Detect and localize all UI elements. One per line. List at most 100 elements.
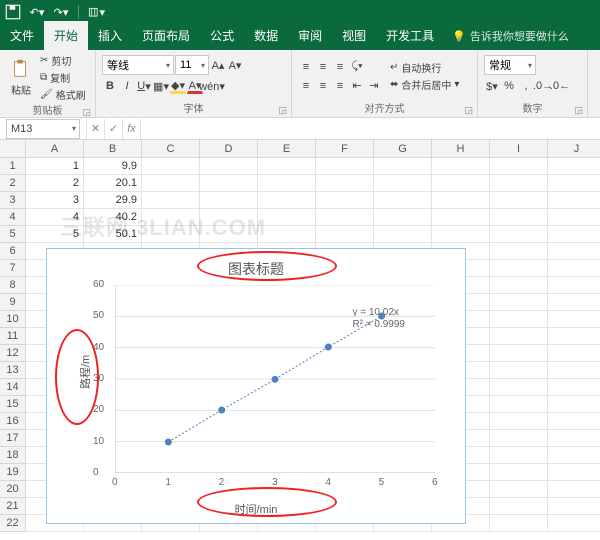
cell[interactable] [316, 192, 374, 209]
cell[interactable] [548, 464, 600, 481]
row-header[interactable]: 18 [0, 447, 26, 464]
cell[interactable] [432, 192, 490, 209]
column-header[interactable]: H [432, 140, 490, 158]
accounting-format-icon[interactable]: $▾ [484, 78, 500, 94]
align-top-icon[interactable]: ≡ [298, 59, 314, 75]
wrap-text-button[interactable]: ↵自动换行 [390, 60, 459, 76]
tab-home[interactable]: 开始 [44, 21, 88, 50]
cell[interactable] [548, 515, 600, 532]
cell[interactable] [548, 396, 600, 413]
cell[interactable] [490, 277, 548, 294]
row-header[interactable]: 17 [0, 430, 26, 447]
row-header[interactable]: 7 [0, 260, 26, 277]
copy-button[interactable]: ⧉复制 [40, 69, 86, 85]
cell[interactable] [548, 243, 600, 260]
tab-insert[interactable]: 插入 [88, 21, 132, 50]
column-header[interactable]: B [84, 140, 142, 158]
row-header[interactable]: 12 [0, 345, 26, 362]
tab-view[interactable]: 视图 [332, 21, 376, 50]
align-left-icon[interactable]: ≡ [298, 78, 314, 94]
cell[interactable] [374, 175, 432, 192]
cell[interactable] [490, 243, 548, 260]
row-header[interactable]: 1 [0, 158, 26, 175]
cell[interactable] [490, 396, 548, 413]
cell[interactable] [374, 209, 432, 226]
column-header[interactable]: E [258, 140, 316, 158]
row-header[interactable]: 21 [0, 498, 26, 515]
cell[interactable] [432, 175, 490, 192]
row-header[interactable]: 6 [0, 243, 26, 260]
underline-button[interactable]: U▾ [136, 78, 152, 94]
cell[interactable] [200, 192, 258, 209]
orientation-icon[interactable]: ⤹▾ [349, 59, 365, 75]
cell[interactable] [548, 447, 600, 464]
cell[interactable]: 2 [26, 175, 84, 192]
bold-button[interactable]: B [102, 78, 118, 94]
cell[interactable] [142, 158, 200, 175]
cell[interactable] [490, 379, 548, 396]
cell[interactable] [548, 192, 600, 209]
border-button[interactable]: ▦▾ [153, 78, 169, 94]
cell[interactable] [142, 192, 200, 209]
row-header[interactable]: 13 [0, 362, 26, 379]
paste-button[interactable]: 粘贴 [6, 58, 36, 97]
worksheet[interactable]: ABCDEFGHIJ 12345678910111213141516171819… [0, 140, 600, 540]
column-header[interactable]: G [374, 140, 432, 158]
cell[interactable] [548, 294, 600, 311]
row-header[interactable]: 10 [0, 311, 26, 328]
row-header[interactable]: 19 [0, 464, 26, 481]
cell[interactable] [548, 362, 600, 379]
cell[interactable] [548, 328, 600, 345]
decrease-indent-icon[interactable]: ⇤ [349, 78, 365, 94]
fx-icon[interactable]: fx [122, 119, 140, 139]
column-header[interactable]: J [548, 140, 600, 158]
cell[interactable] [548, 277, 600, 294]
cell[interactable] [548, 226, 600, 243]
row-header[interactable]: 16 [0, 413, 26, 430]
phonetic-button[interactable]: wén▾ [204, 78, 220, 94]
cell[interactable] [490, 362, 548, 379]
row-header[interactable]: 2 [0, 175, 26, 192]
cell[interactable] [548, 175, 600, 192]
cell[interactable] [432, 226, 490, 243]
row-header[interactable]: 5 [0, 226, 26, 243]
cell[interactable] [142, 226, 200, 243]
cell[interactable]: 50.1 [84, 226, 142, 243]
row-header[interactable]: 9 [0, 294, 26, 311]
row-header[interactable]: 14 [0, 379, 26, 396]
cell[interactable]: 4 [26, 209, 84, 226]
cell[interactable] [548, 209, 600, 226]
cell[interactable] [200, 209, 258, 226]
decrease-decimal-icon[interactable]: .0← [552, 78, 568, 94]
column-header[interactable]: A [26, 140, 84, 158]
tell-me-search[interactable]: 💡 告诉我你想要做什么 [444, 22, 577, 50]
cell[interactable] [490, 481, 548, 498]
formula-input[interactable] [140, 119, 600, 139]
cell[interactable] [316, 158, 374, 175]
cell[interactable] [490, 226, 548, 243]
save-icon[interactable] [4, 3, 22, 21]
italic-button[interactable]: I [119, 78, 135, 94]
cell[interactable] [490, 311, 548, 328]
cell[interactable] [548, 311, 600, 328]
column-header[interactable]: D [200, 140, 258, 158]
cell[interactable] [374, 158, 432, 175]
column-header[interactable]: I [490, 140, 548, 158]
name-box[interactable]: M13 [6, 119, 80, 139]
cell[interactable] [548, 158, 600, 175]
cell[interactable]: 29.9 [84, 192, 142, 209]
cell[interactable] [490, 515, 548, 532]
tab-developer[interactable]: 开发工具 [376, 21, 444, 50]
cell[interactable] [490, 209, 548, 226]
cancel-formula-icon[interactable]: ✕ [86, 119, 104, 139]
merge-center-button[interactable]: ⬌合并后居中▾ [390, 77, 459, 93]
cell[interactable] [490, 447, 548, 464]
column-header[interactable]: F [316, 140, 374, 158]
cell[interactable] [490, 158, 548, 175]
cell[interactable] [548, 379, 600, 396]
cell[interactable] [142, 175, 200, 192]
row-header[interactable]: 4 [0, 209, 26, 226]
cell[interactable] [548, 413, 600, 430]
fill-color-button[interactable]: ◆▾ [170, 78, 186, 94]
number-format-select[interactable]: 常规 [484, 55, 536, 75]
